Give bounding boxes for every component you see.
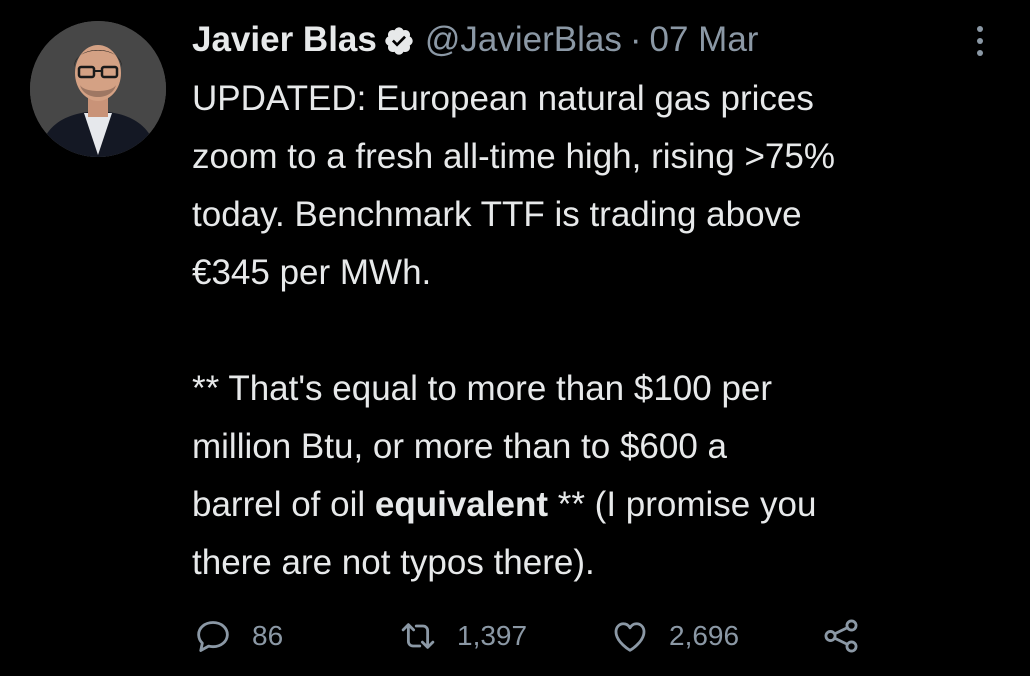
more-dot [977, 38, 983, 44]
tweet-text-line: ** That's equal to more than $100 per [192, 369, 773, 408]
heart-icon [614, 622, 646, 652]
author-display-name[interactable]: Javier Blas [192, 18, 377, 62]
tweet-text: UPDATED: European natural gas prices zoo… [192, 70, 1012, 592]
tweet-text-line: €345 per MWh. [192, 253, 432, 292]
author-handle[interactable]: @JavierBlas [425, 18, 622, 62]
share-button[interactable] [820, 612, 862, 660]
bold-text-fragment: equivalent [374, 485, 548, 524]
verified-badge-icon [383, 24, 415, 56]
retweet-button[interactable]: 1,397 [397, 612, 527, 660]
like-button[interactable]: 2,696 [609, 612, 739, 660]
share-icon [824, 619, 858, 653]
more-dot [977, 26, 983, 32]
header-separator: · [629, 20, 642, 59]
tweet-header: Javier Blas @JavierBlas · 07 Mar [192, 18, 758, 62]
more-dot [977, 50, 983, 56]
like-count: 2,696 [669, 620, 740, 651]
more-options-icon[interactable] [970, 26, 990, 56]
avatar[interactable] [30, 21, 166, 157]
retweet-icon [401, 623, 435, 649]
tweet-text-line: zoom to a fresh all-time high, rising >7… [192, 137, 835, 176]
retweet-count: 1,397 [457, 620, 528, 651]
reply-icon [197, 621, 229, 652]
tweet-text-line: there are not typos there). [192, 543, 595, 582]
tweet: Javier Blas @JavierBlas · 07 Mar UPDATED… [0, 0, 1030, 676]
tweet-text-line: barrel of oil equivalent ** (I promise y… [192, 476, 1012, 534]
tweet-text-line: UPDATED: European natural gas prices [192, 79, 814, 118]
reply-button[interactable]: 86 [192, 612, 283, 660]
text-fragment: barrel of oil [192, 485, 375, 524]
tweet-text-line: today. Benchmark TTF is trading above [192, 195, 802, 234]
tweet-text-line: million Btu, or more than to $600 a [192, 427, 728, 466]
tweet-actions: 86 1,397 2,696 [192, 612, 1012, 660]
avatar-portrait-icon [30, 21, 166, 157]
tweet-date[interactable]: 07 Mar [650, 18, 759, 62]
reply-count: 86 [252, 620, 284, 651]
text-fragment: ** (I promise you [547, 485, 817, 524]
